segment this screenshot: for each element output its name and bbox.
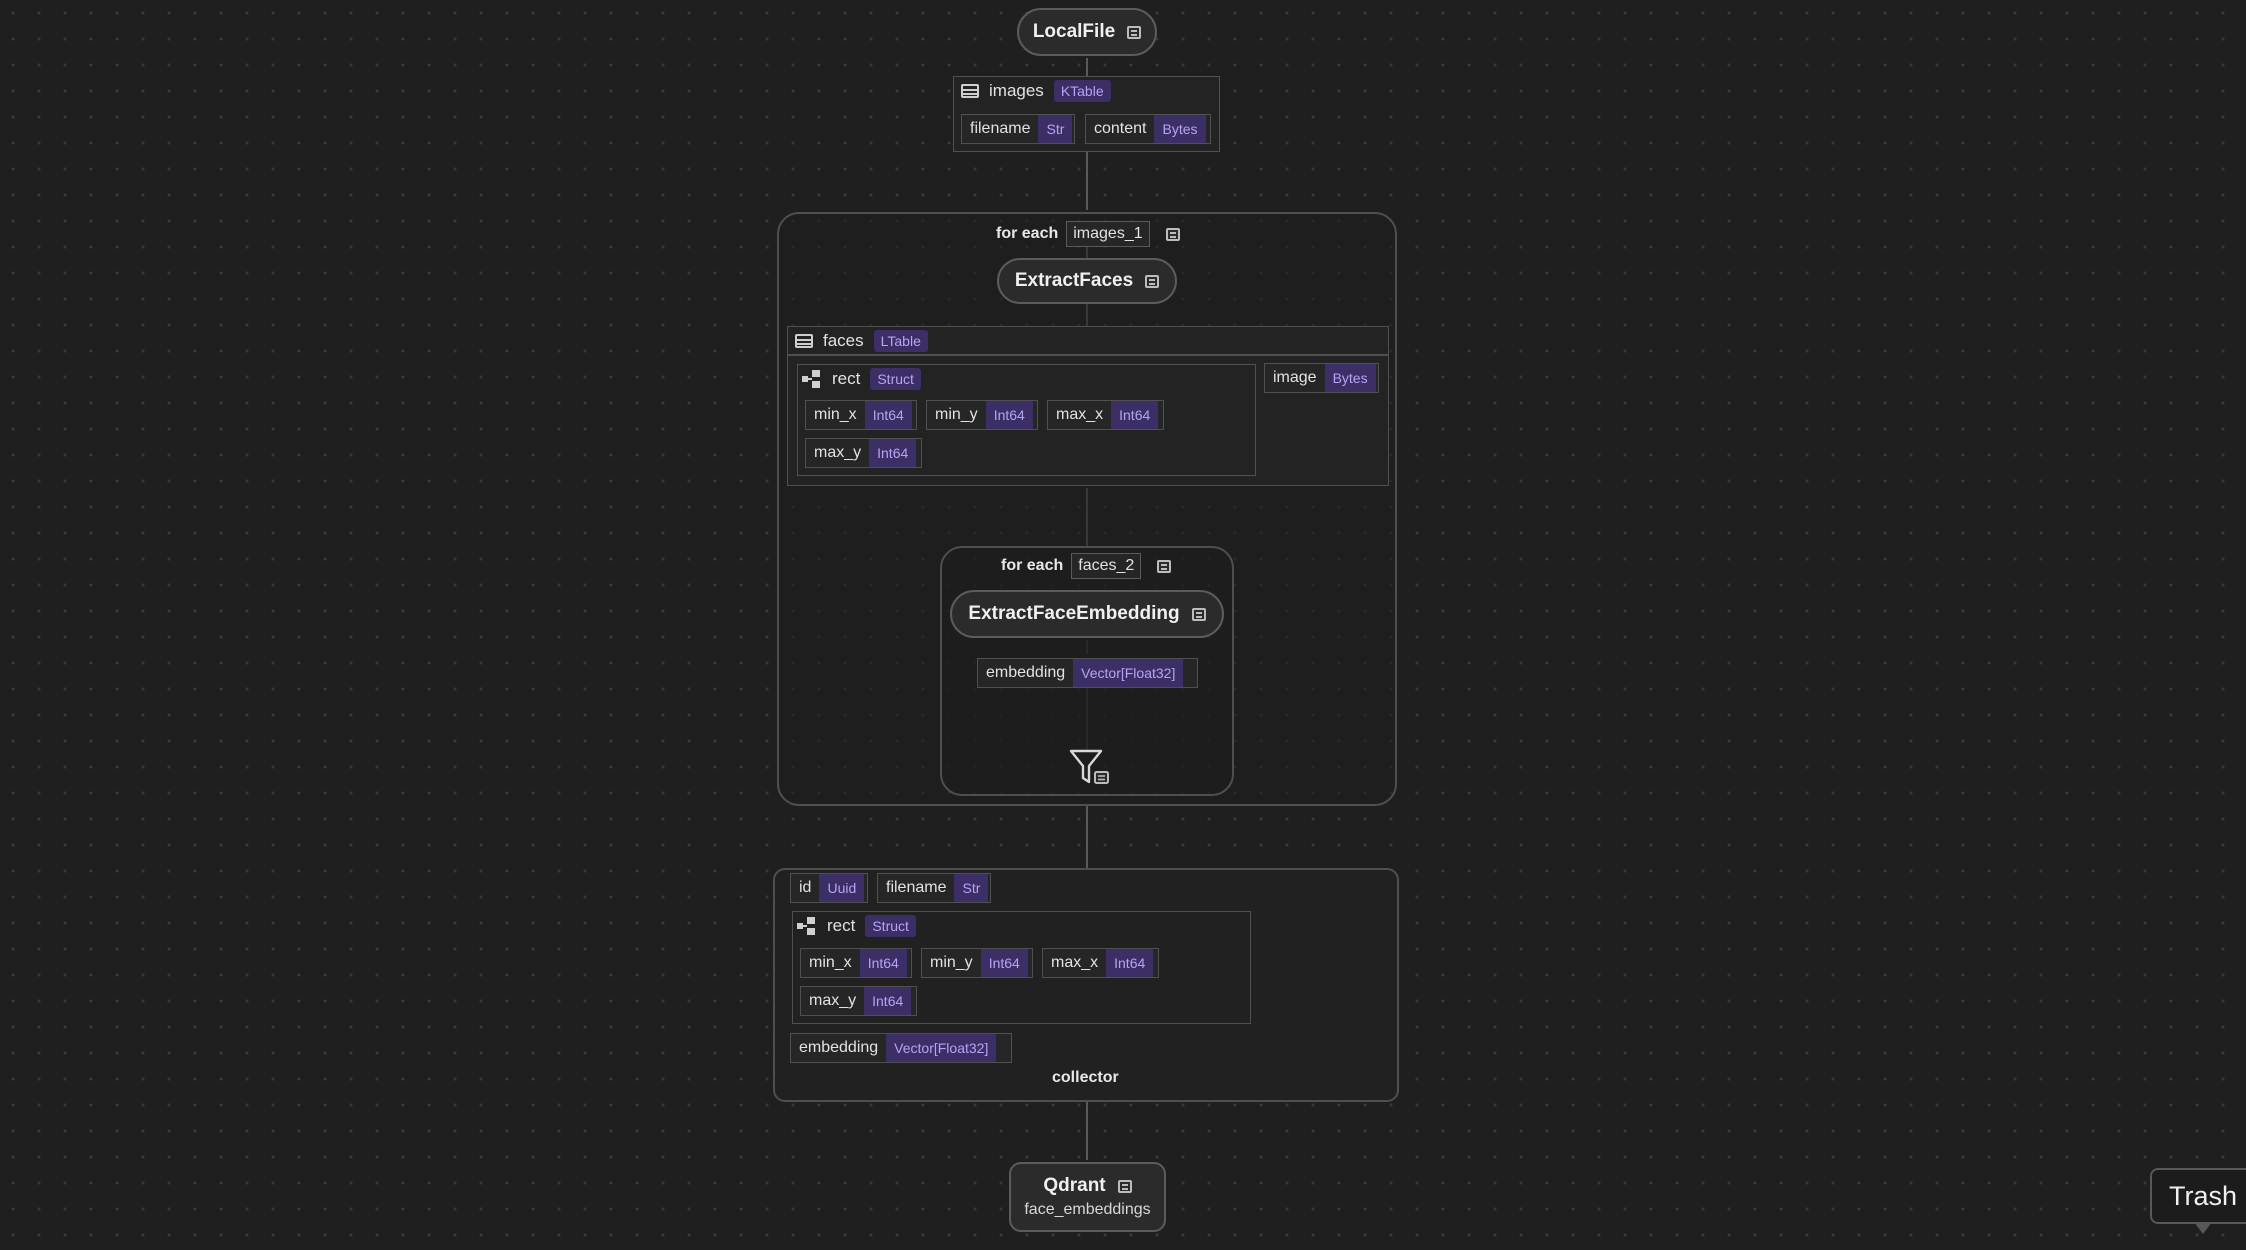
edge-source-images xyxy=(1086,58,1088,76)
struct-icon xyxy=(802,370,822,388)
collector-rect-header: rect Struct xyxy=(797,913,916,939)
collector-field-filename[interactable]: filename Str xyxy=(877,873,991,903)
doc-icon[interactable] xyxy=(1165,227,1180,241)
extractfaces-title: ExtractFaces xyxy=(1014,270,1134,291)
field-type: Int64 xyxy=(864,987,912,1015)
field-type: Uuid xyxy=(819,874,865,902)
field-type: Vector[Float32] xyxy=(1073,659,1184,687)
field-name: min_y xyxy=(935,406,978,423)
field-type: Vector[Float32] xyxy=(886,1034,997,1062)
field-type: Bytes xyxy=(1154,115,1206,143)
doc-icon[interactable] xyxy=(1145,274,1160,288)
trash-tooltip-tail xyxy=(2194,1222,2212,1234)
field-type: Str xyxy=(1038,115,1073,143)
doc-icon[interactable] xyxy=(1127,25,1142,39)
field-name: min_y xyxy=(930,954,973,971)
images-table-header: images KTable xyxy=(961,78,1111,104)
faces-table-type: LTable xyxy=(873,330,928,352)
field-type: Int64 xyxy=(980,949,1028,977)
collector-field-embedding[interactable]: embedding Vector[Float32] xyxy=(790,1033,1012,1063)
foreach-label: for each xyxy=(996,225,1059,242)
field-type: Int64 xyxy=(1111,401,1159,429)
faces-table-header-divider xyxy=(788,354,1388,356)
field-embedding-output[interactable]: embedding Vector[Float32] xyxy=(977,658,1198,688)
function-node-extractfaces[interactable]: ExtractFaces xyxy=(997,258,1177,304)
field-type: Str xyxy=(954,874,989,902)
foreach-header-images: for each images_1 xyxy=(996,221,1180,247)
field-max-x[interactable]: max_x Int64 xyxy=(1047,400,1164,430)
edge-collector-target xyxy=(1086,1102,1088,1160)
field-filename[interactable]: filename Str xyxy=(961,114,1075,144)
collector-label: collector xyxy=(1052,1069,1119,1086)
foreach-header-faces: for each faces_2 xyxy=(1001,553,1172,579)
field-min-x[interactable]: min_x Int64 xyxy=(805,400,917,430)
foreach-var[interactable]: images_1 xyxy=(1066,221,1150,247)
table-icon xyxy=(961,84,979,98)
images-table-name: images xyxy=(989,81,1044,100)
field-max-y[interactable]: max_y Int64 xyxy=(805,438,922,468)
function-node-extractfaceembedding[interactable]: ExtractFaceEmbedding xyxy=(950,590,1224,638)
field-type: Int64 xyxy=(864,401,912,429)
field-name: embedding xyxy=(799,1039,879,1056)
field-name: image xyxy=(1273,369,1317,386)
field-content[interactable]: content Bytes xyxy=(1085,114,1211,144)
field-min-y[interactable]: min_y Int64 xyxy=(926,400,1038,430)
faces-table-name: faces xyxy=(823,331,864,350)
collector-field-min-y[interactable]: min_y Int64 xyxy=(921,948,1033,978)
rect-struct-header: rect Struct xyxy=(802,366,921,392)
field-name: max_x xyxy=(1056,406,1104,423)
doc-icon[interactable] xyxy=(1191,607,1206,621)
field-image[interactable]: image Bytes xyxy=(1264,363,1379,393)
target-node-qdrant[interactable]: Qdrant face_embeddings xyxy=(1009,1162,1166,1232)
collector-field-max-y[interactable]: max_y Int64 xyxy=(800,986,917,1016)
rect-type: Struct xyxy=(870,368,921,390)
field-name: filename xyxy=(970,120,1031,137)
collector-field-max-x[interactable]: max_x Int64 xyxy=(1042,948,1159,978)
field-type: Bytes xyxy=(1324,364,1376,392)
field-name: min_x xyxy=(809,954,852,971)
source-title: LocalFile xyxy=(1032,21,1116,42)
doc-icon[interactable] xyxy=(1157,559,1172,573)
collector-field-id[interactable]: id Uuid xyxy=(790,873,868,903)
field-name: min_x xyxy=(814,406,857,423)
struct-icon xyxy=(797,917,817,935)
field-type: Int64 xyxy=(985,401,1033,429)
extractfaceembedding-title: ExtractFaceEmbedding xyxy=(968,603,1180,624)
collector-field-min-x[interactable]: min_x Int64 xyxy=(800,948,912,978)
doc-icon[interactable] xyxy=(1117,1179,1132,1193)
field-name: id xyxy=(799,879,812,896)
trash-label: Trash xyxy=(2168,1180,2237,1211)
foreach-var[interactable]: faces_2 xyxy=(1071,553,1142,579)
filter-icon[interactable] xyxy=(1069,748,1111,788)
target-title: Qdrant xyxy=(1043,1175,1106,1196)
edge-scope-collector xyxy=(1086,806,1088,868)
field-name: max_x xyxy=(1051,954,1099,971)
field-type: Int64 xyxy=(869,439,917,467)
foreach-label: for each xyxy=(1001,557,1064,574)
field-name: embedding xyxy=(986,664,1066,681)
rect-type: Struct xyxy=(865,915,916,937)
table-icon xyxy=(795,334,813,348)
field-name: max_y xyxy=(809,992,857,1009)
target-subtitle: face_embeddings xyxy=(1024,1201,1151,1218)
faces-table-header: faces LTable xyxy=(795,328,928,354)
rect-name: rect xyxy=(827,916,856,935)
field-type: Int64 xyxy=(859,949,907,977)
source-node-localfile[interactable]: LocalFile xyxy=(1017,8,1157,56)
field-name: content xyxy=(1094,120,1147,137)
field-type: Int64 xyxy=(1106,949,1154,977)
trash-button[interactable]: Trash xyxy=(2150,1168,2246,1224)
field-name: max_y xyxy=(814,444,862,461)
edge-images-foreach xyxy=(1086,152,1088,210)
rect-name: rect xyxy=(832,369,861,388)
field-name: filename xyxy=(886,879,947,896)
images-table-type: KTable xyxy=(1053,80,1111,102)
